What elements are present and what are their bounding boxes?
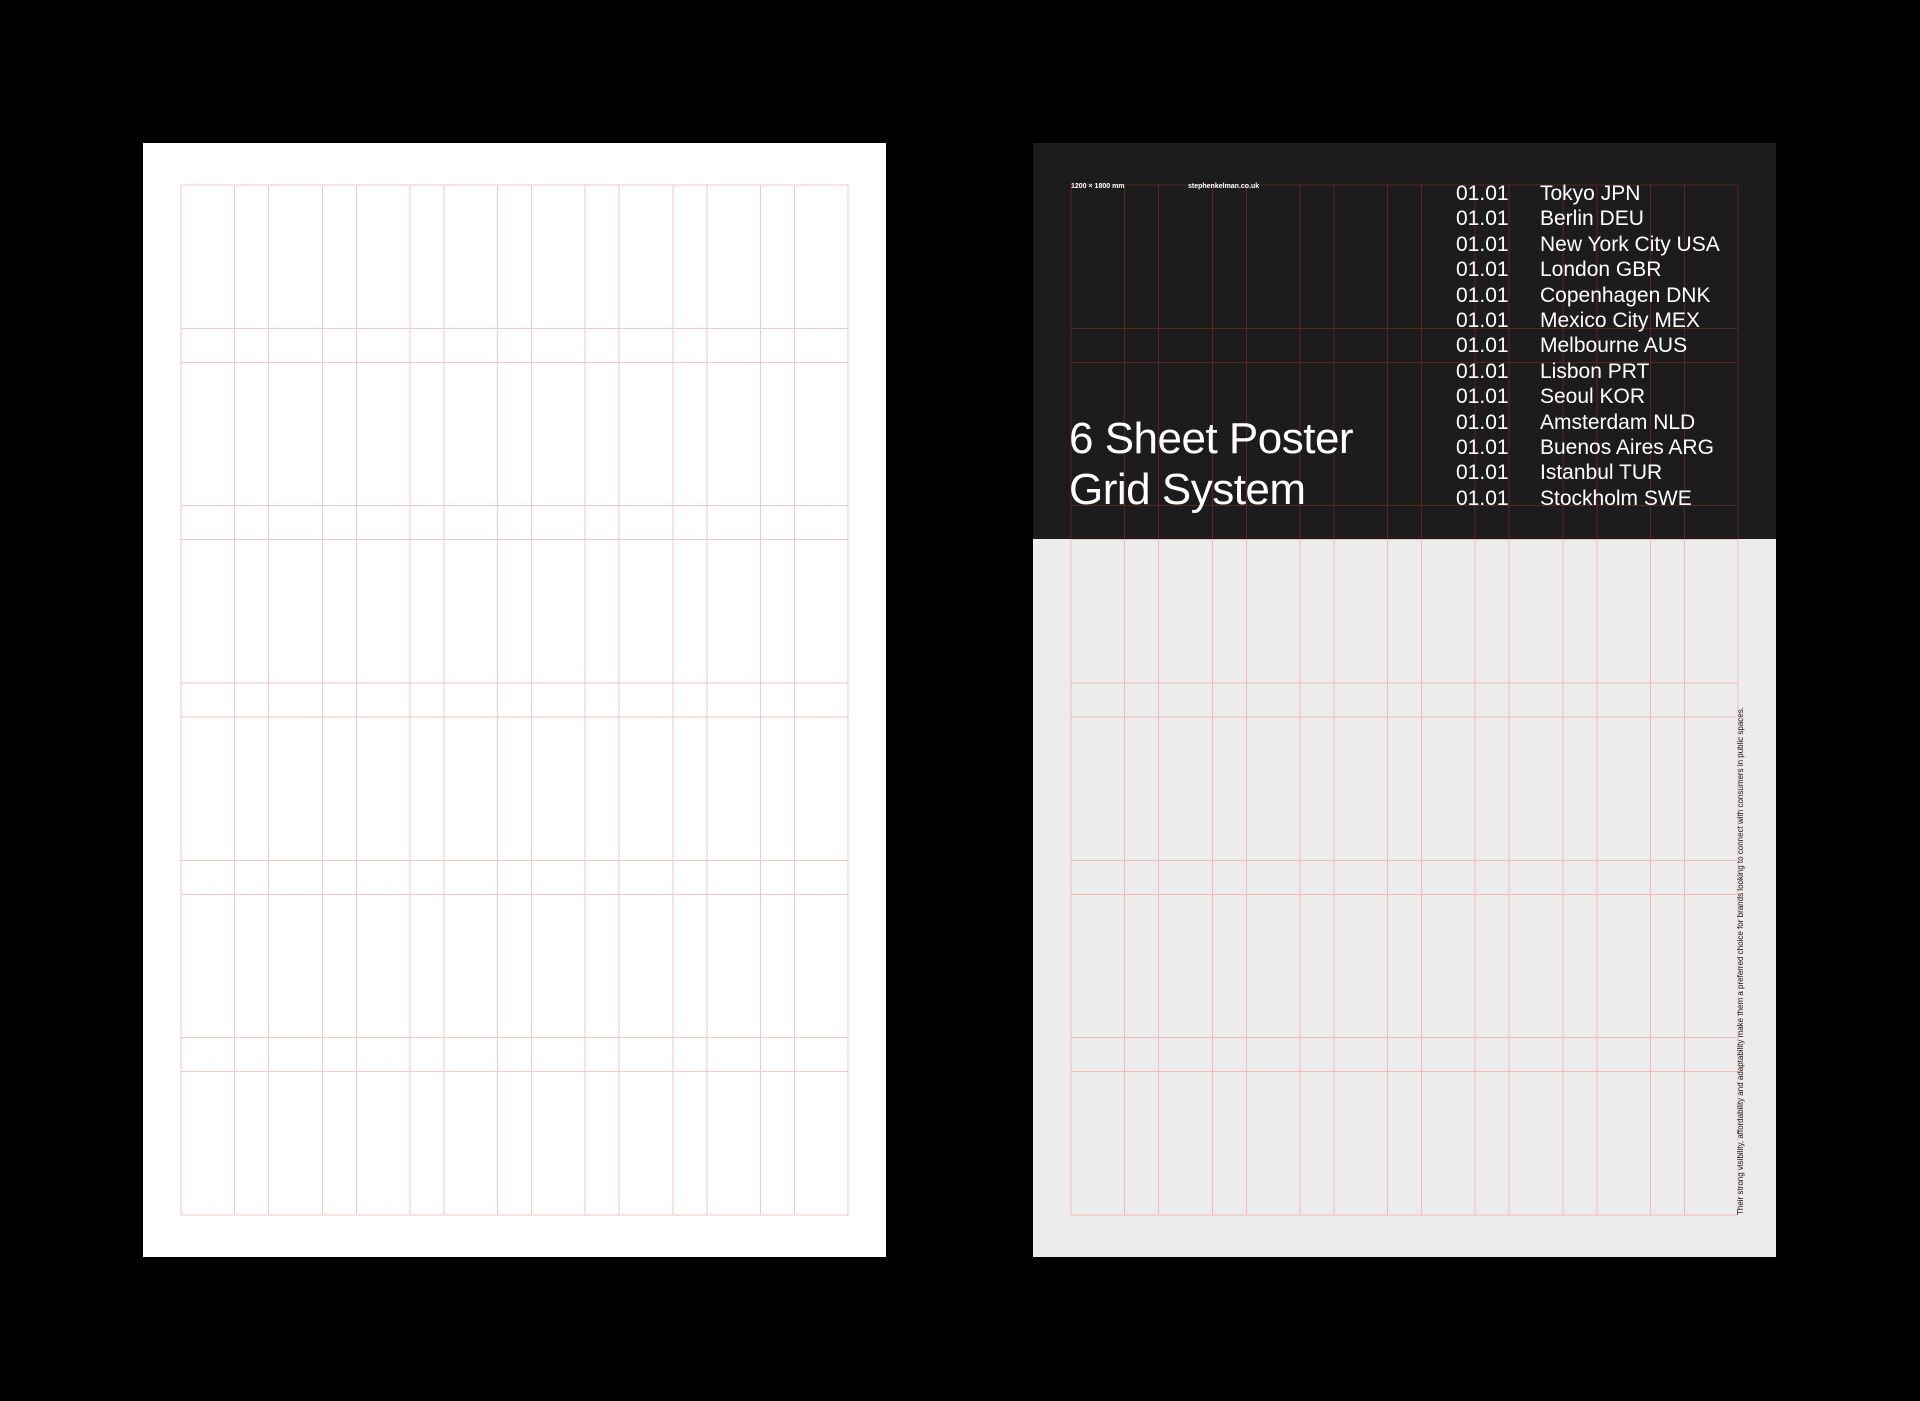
designed-grid-poster: 1200 × 1800 mm stephenkelman.co.uk 6 She… bbox=[1033, 143, 1776, 1257]
city-item: 01.01 Berlin DEU bbox=[1456, 206, 1720, 231]
city-item: 01.01 Copenhagen DNK bbox=[1456, 283, 1720, 308]
city-name: Berlin DEU bbox=[1540, 207, 1644, 231]
city-code: 01.01 bbox=[1456, 359, 1509, 383]
city-item: 01.01 Tokyo JPN bbox=[1456, 181, 1720, 206]
city-item: 01.01 Buenos Aires ARG bbox=[1456, 435, 1720, 460]
city-code: 01.01 bbox=[1456, 435, 1509, 459]
city-code: 01.01 bbox=[1456, 486, 1509, 510]
city-item: 01.01 Melbourne AUS bbox=[1456, 333, 1720, 358]
poster-title-line: 6 Sheet Poster bbox=[1069, 414, 1354, 463]
city-name: Stockholm SWE bbox=[1540, 486, 1692, 510]
city-code: 01.01 bbox=[1456, 258, 1509, 282]
city-code: 01.01 bbox=[1456, 410, 1509, 434]
website-label: stephenkelman.co.uk bbox=[1188, 183, 1260, 190]
city-code: 01.01 bbox=[1456, 461, 1509, 485]
city-name: London GBR bbox=[1540, 258, 1662, 282]
city-name: New York City USA bbox=[1540, 232, 1720, 256]
city-code: 01.01 bbox=[1456, 334, 1509, 358]
city-name: Buenos Aires ARG bbox=[1540, 435, 1714, 459]
city-item: 01.01 Seoul KOR bbox=[1456, 384, 1720, 409]
city-list: 01.01 Tokyo JPN 01.01 Berlin DEU 01.01 New … bbox=[1456, 181, 1720, 511]
city-name: Seoul KOR bbox=[1540, 385, 1646, 409]
city-item: 01.01 Lisbon PRT bbox=[1456, 359, 1720, 384]
city-item: 01.01 Stockholm SWE bbox=[1456, 486, 1720, 511]
city-item: 01.01 Istanbul TUR bbox=[1456, 460, 1720, 485]
city-code: 01.01 bbox=[1456, 308, 1509, 332]
city-name: Amsterdam NLD bbox=[1540, 410, 1696, 434]
city-name: Mexico City MEX bbox=[1540, 308, 1700, 332]
city-code: 01.01 bbox=[1456, 207, 1509, 231]
city-name: Copenhagen DNK bbox=[1540, 283, 1711, 307]
city-code: 01.01 bbox=[1456, 283, 1509, 307]
city-name: Melbourne AUS bbox=[1540, 334, 1688, 358]
vertical-note: Their strong visibility, affordability a… bbox=[1736, 707, 1745, 1215]
poster-title-line: Grid System bbox=[1069, 465, 1306, 514]
city-name: Tokyo JPN bbox=[1540, 182, 1641, 205]
city-item: 01.01 London GBR bbox=[1456, 257, 1720, 282]
city-name: Lisbon PRT bbox=[1540, 359, 1650, 383]
poster-size-label: 1200 × 1800 mm bbox=[1071, 183, 1125, 190]
city-code: 01.01 bbox=[1456, 385, 1509, 409]
city-name: Istanbul TUR bbox=[1540, 461, 1663, 485]
city-item: 01.01 Mexico City MEX bbox=[1456, 308, 1720, 333]
city-code: 01.01 bbox=[1456, 232, 1509, 256]
grid-guides-left bbox=[180, 184, 849, 1216]
city-item: 01.01 New York City USA bbox=[1456, 232, 1720, 257]
poster-title: 6 Sheet Poster Grid System bbox=[1069, 413, 1354, 515]
city-item: 01.01 Amsterdam NLD bbox=[1456, 410, 1720, 435]
blank-grid-poster bbox=[143, 143, 886, 1257]
city-code: 01.01 bbox=[1456, 182, 1509, 205]
